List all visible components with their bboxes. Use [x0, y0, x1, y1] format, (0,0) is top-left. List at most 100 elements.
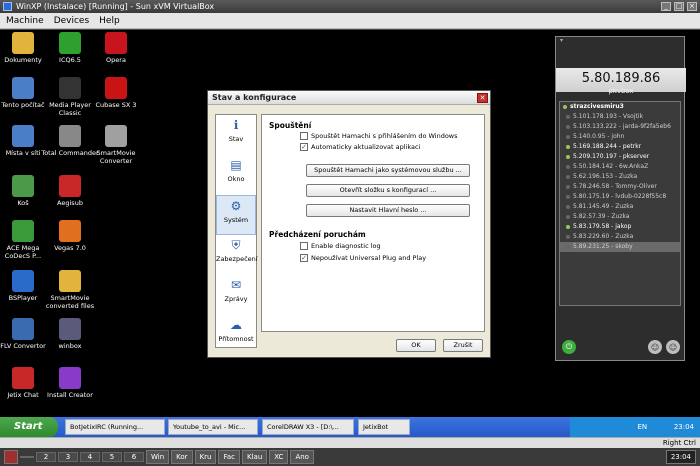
desktop-icon[interactable]: Cubase SX 3: [86, 77, 146, 109]
system-menu-button[interactable]: ☺: [666, 340, 680, 354]
sidebar-item-okno[interactable]: ▤ Okno: [216, 155, 256, 195]
desktop-icon-label: SmartMovie Converter: [96, 149, 136, 165]
checkbox-no-upnp-box[interactable]: ✓: [300, 254, 308, 262]
hamachi-network-list: strazcivesmiru3 5.101.178.193 - Vsojtik 5…: [559, 101, 681, 306]
host-task-button[interactable]: Kor: [171, 450, 193, 464]
workspace-button[interactable]: 3: [58, 452, 78, 462]
taskbar-item-botjetix[interactable]: BotJetixIRC (Running...: [65, 419, 165, 435]
checkbox-diagnostic-log[interactable]: Enable diagnostic log: [300, 242, 381, 250]
host-task-button[interactable]: Kru: [194, 450, 217, 464]
peer-list-item[interactable]: 5.81.145.49 - Zuzka: [560, 202, 680, 212]
menu-machine[interactable]: Machine: [6, 16, 44, 26]
desktop-icon[interactable]: SmartMovie Converter: [86, 125, 146, 165]
peer-list-item[interactable]: 5.80.175.19 - lvdub-0228f55c8: [560, 192, 680, 202]
checkbox-auto-update[interactable]: ✓ Automaticky aktualizovat aplikaci: [300, 143, 420, 151]
checkbox-diag-log-box[interactable]: [300, 242, 308, 250]
desktop-icon-label: SmartMovie converted files: [45, 294, 95, 310]
checkbox-start-with-login[interactable]: Spouštět Hamachi s přihlášením do Window…: [300, 132, 458, 140]
vm-statusbar: Right Ctrl: [0, 437, 700, 448]
peer-label: 5.62.196.153 - Zuzka: [573, 173, 638, 180]
taskbar-item-coreldraw[interactable]: CorelDRAW X3 - [D:\...: [262, 419, 354, 435]
gear-icon: ⚙: [230, 199, 242, 213]
checkbox-disable-upnp[interactable]: ✓ Nepoužívat Universal Plug and Play: [300, 254, 426, 262]
sidebar-item-zabezpečení[interactable]: ⛨ Zabezpečení: [216, 235, 258, 275]
host-task-button[interactable]: Fac: [218, 450, 240, 464]
peer-list-item[interactable]: 5.169.188.244 - petrkr: [560, 142, 680, 152]
peer-list-item[interactable]: 5.62.196.153 - Zuzka: [560, 172, 680, 182]
peer-list-item[interactable]: 5.209.170.197 - pkserver: [560, 152, 680, 162]
peer-list-item[interactable]: 5.83.179.58 - jakop: [560, 222, 680, 232]
sidebar-item-systém[interactable]: ⚙ Systém: [216, 195, 256, 235]
cancel-button[interactable]: Zrušit: [443, 339, 483, 352]
peer-list-item[interactable]: 5.140.0.95 - john: [560, 132, 680, 142]
language-indicator[interactable]: EN: [637, 423, 647, 431]
taskbar-item-jetixbot[interactable]: JetixBot: [358, 419, 410, 435]
dialog-title: Stav a konfigurace: [212, 93, 297, 102]
host-task-button[interactable]: Win: [146, 450, 170, 464]
peer-status-icon: [566, 184, 570, 189]
checkbox-start-login-box[interactable]: [300, 132, 308, 140]
desktop-icon-label: Aegisub: [57, 199, 83, 207]
clock[interactable]: 23:04: [674, 423, 694, 431]
launcher-icon[interactable]: [4, 450, 18, 464]
network-icon: [12, 125, 34, 147]
workspace-button[interactable]: [20, 456, 34, 458]
desktop-icon[interactable]: SmartMovie converted files: [40, 270, 100, 310]
host-taskbar: 2 3 4 5 6 Win Kor Kru Fac Klau XC Ano 23:04: [0, 448, 700, 466]
workspace-button[interactable]: 5: [102, 452, 122, 462]
smartmovie-icon: [105, 125, 127, 147]
bsplayer-icon: [12, 270, 34, 292]
peer-list-item[interactable]: 5.103.133.222 - jarda-9f2fa5eb6: [560, 122, 680, 132]
peer-list-item[interactable]: 5.82.57.39 - Zuzka: [560, 212, 680, 222]
host-task-button[interactable]: Ano: [290, 450, 314, 464]
host-task-button[interactable]: XC: [269, 450, 289, 464]
peer-status-icon: [566, 194, 570, 199]
chat-bubble-icon: ✉: [230, 278, 242, 292]
maximize-button[interactable]: □: [674, 2, 684, 11]
start-button[interactable]: Start: [0, 417, 58, 437]
desktop-icon[interactable]: Install Creator: [40, 367, 100, 399]
peer-list-item[interactable]: 5.78.246.58 - Tommy-Oliver: [560, 182, 680, 192]
desktop-icon[interactable]: Vegas 7.0: [40, 220, 100, 252]
sidebar-item-přítomnost[interactable]: ☁ Přítomnost: [216, 315, 256, 355]
presence-icon: ☁: [230, 318, 242, 332]
taskbar-item-youtube[interactable]: Youtube_to_avi - Mic...: [168, 419, 258, 435]
ok-button[interactable]: OK: [396, 339, 436, 352]
peer-list-item[interactable]: 5.101.178.193 - Vsojtik: [560, 112, 680, 122]
desktop-icon[interactable]: winbox: [40, 318, 100, 350]
power-button[interactable]: ⏻: [562, 340, 576, 354]
minimize-button[interactable]: _: [661, 2, 671, 11]
menu-help[interactable]: Help: [99, 16, 120, 26]
desktop-icon-label: Install Creator: [47, 391, 93, 399]
network-item[interactable]: strazcivesmiru3: [560, 102, 680, 112]
menu-devices[interactable]: Devices: [54, 16, 89, 26]
open-config-folder-button[interactable]: Otevřít složku s konfigurací ...: [306, 184, 470, 197]
cubase-icon: [105, 77, 127, 99]
checkbox-auto-update-box[interactable]: ✓: [300, 143, 308, 151]
workspace-button[interactable]: 4: [80, 452, 100, 462]
desktop-icon[interactable]: Aegisub: [40, 175, 100, 207]
sidebar-item-stav[interactable]: ℹ Stav: [216, 115, 256, 155]
host-task-button[interactable]: Klau: [242, 450, 268, 464]
close-button[interactable]: ×: [687, 2, 697, 11]
network-menu-button[interactable]: ☺: [648, 340, 662, 354]
media-player-icon: [59, 77, 81, 99]
desktop-icon[interactable]: Opera: [86, 32, 146, 64]
peer-label: 5.83.179.58 - jakop: [573, 223, 632, 230]
section-startup-heading: Spouštění: [269, 121, 312, 130]
peer-status-icon: [566, 114, 570, 119]
run-as-service-button[interactable]: Spouštět Hamachi jako systémovou službu …: [306, 164, 470, 177]
hamachi-pin-icon[interactable]: ▾: [560, 37, 563, 44]
host-clock[interactable]: 23:04: [665, 450, 696, 464]
peer-label: 5.80.175.19 - lvdub-0228f55c8: [573, 193, 667, 200]
workspace-button[interactable]: 2: [36, 452, 56, 462]
sidebar-item-zprávy[interactable]: ✉ Zprávy: [216, 275, 256, 315]
peer-list-item[interactable]: 5.83.229.60 - Zuzka: [560, 232, 680, 242]
dialog-close-button[interactable]: ✕: [477, 93, 488, 103]
flv-converter-icon: [12, 318, 34, 340]
peer-list-item[interactable]: 5.50.184.142 - 6w.AnkaZ: [560, 162, 680, 172]
set-master-password-button[interactable]: Nastavit Hlavní heslo ...: [306, 204, 470, 217]
aegisub-icon: [59, 175, 81, 197]
peer-list-item[interactable]: 5.89.231.25 - skoby: [560, 242, 680, 252]
workspace-button[interactable]: 6: [124, 452, 144, 462]
